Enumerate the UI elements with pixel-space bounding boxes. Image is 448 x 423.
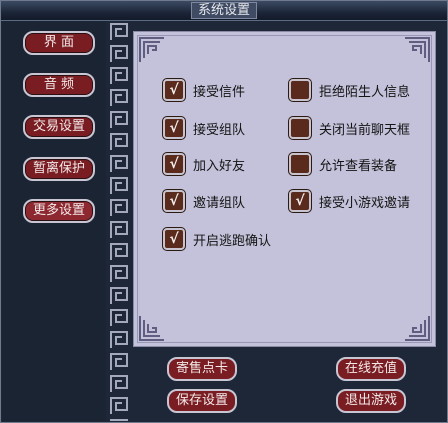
save-settings-button[interactable]: 保存设置 [167, 389, 237, 413]
title-bar[interactable]: 系统设置 [1, 1, 447, 21]
consign-card-button[interactable]: 寄售点卡 [167, 357, 237, 381]
checkbox-accept-mail[interactable]: √ [163, 79, 185, 101]
option-escape-confirm[interactable]: √ 开启逃跑确认 [163, 227, 271, 251]
corner-ornament-icon [139, 316, 164, 341]
option-add-friend[interactable]: √ 加入好友 [163, 152, 245, 176]
option-label: 接受组队 [193, 122, 246, 138]
option-allow-view-equipment[interactable]: 允许查看装备 [289, 152, 397, 176]
exit-game-button[interactable]: 退出游戏 [336, 389, 406, 413]
tab-more-settings[interactable]: 更多设置 [23, 199, 95, 223]
option-label: 接受小游戏邀请 [319, 195, 411, 211]
option-accept-minigame[interactable]: √ 接受小游戏邀请 [289, 189, 410, 213]
corner-ornament-icon [405, 316, 430, 341]
checkbox-add-friend[interactable]: √ [163, 153, 185, 175]
option-label: 邀请组队 [193, 195, 246, 211]
option-accept-team[interactable]: √ 接受组队 [163, 116, 245, 140]
checkbox-allow-view-equipment[interactable] [289, 153, 311, 175]
tab-away-protection[interactable]: 暂离保护 [23, 157, 95, 181]
checkbox-close-chat[interactable] [289, 117, 311, 139]
option-accept-mail[interactable]: √ 接受信件 [163, 78, 245, 102]
checkbox-accept-team[interactable]: √ [163, 117, 185, 139]
checkbox-accept-minigame[interactable]: √ [289, 190, 311, 212]
option-label: 加入好友 [193, 158, 246, 174]
tab-trade-settings[interactable]: 交易设置 [23, 115, 95, 139]
corner-ornament-icon [405, 37, 430, 62]
online-recharge-button[interactable]: 在线充值 [336, 357, 406, 381]
option-reject-strangers[interactable]: 拒绝陌生人信息 [289, 78, 410, 102]
window-title: 系统设置 [190, 2, 257, 19]
option-label: 开启逃跑确认 [193, 233, 272, 249]
checkbox-escape-confirm[interactable]: √ [163, 228, 185, 250]
meander-border-decoration [108, 21, 130, 421]
option-label: 拒绝陌生人信息 [319, 84, 411, 100]
tab-interface[interactable]: 界 面 [23, 31, 95, 55]
corner-ornament-icon [139, 37, 164, 62]
checkbox-invite-team[interactable]: √ [163, 190, 185, 212]
option-label: 接受信件 [193, 84, 246, 100]
checkbox-reject-strangers[interactable] [289, 79, 311, 101]
option-label: 允许查看装备 [319, 158, 398, 174]
settings-window: 系统设置 界 面 音 频 交易设置 暂离保护 更多设置 √ 接受信件 √ 接受组… [0, 0, 448, 423]
option-label: 关闭当前聊天框 [319, 122, 411, 138]
option-close-chat[interactable]: 关闭当前聊天框 [289, 116, 410, 140]
tab-audio[interactable]: 音 频 [23, 73, 95, 97]
option-invite-team[interactable]: √ 邀请组队 [163, 189, 245, 213]
